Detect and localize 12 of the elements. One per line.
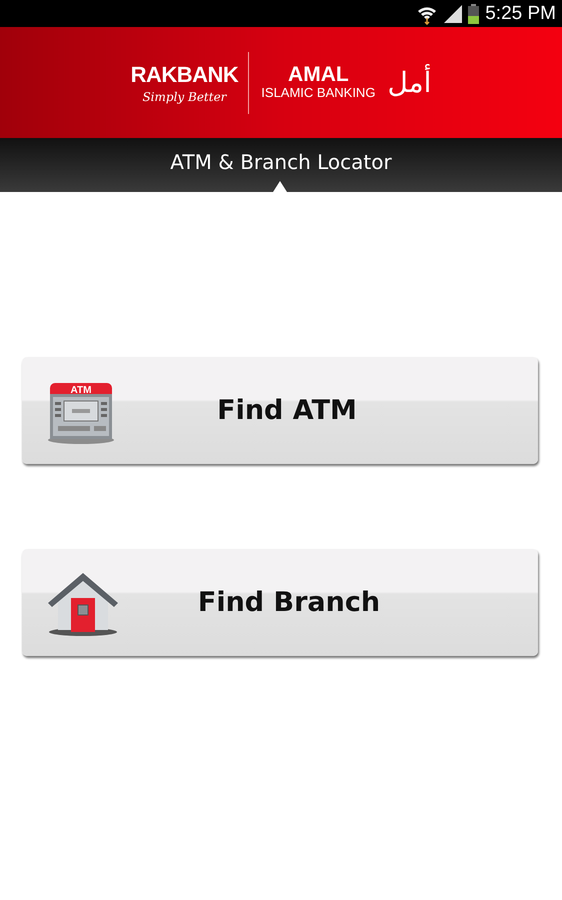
brand-logo: RAKBANK: [130, 62, 238, 88]
screen-title: ATM & Branch Locator: [170, 150, 392, 174]
partner-logo: AMAL: [288, 65, 349, 85]
pointer-icon: [273, 181, 287, 192]
signal-icon: [444, 4, 462, 22]
arabic-logo: أمل: [387, 66, 432, 99]
partner-subtitle: ISLAMIC BANKING: [261, 85, 376, 100]
brand-tagline: Simply Better: [142, 90, 226, 104]
clock: 5:25 PM: [485, 2, 556, 24]
find-atm-button[interactable]: ATM Find ATM: [22, 357, 538, 464]
battery-icon: [468, 4, 480, 24]
find-branch-button[interactable]: Find Branch: [22, 549, 538, 656]
